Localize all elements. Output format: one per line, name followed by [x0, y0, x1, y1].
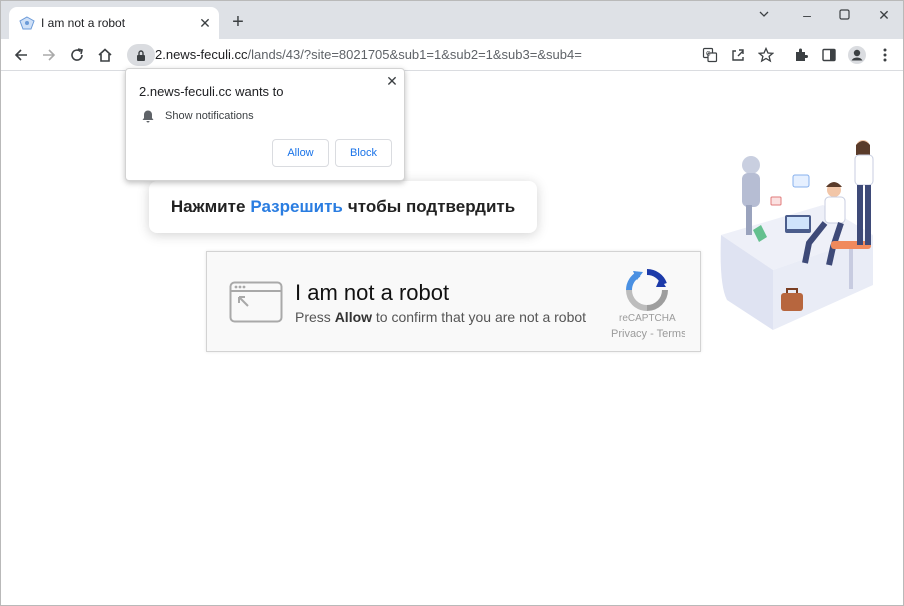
instruction-prefix: Нажмите — [170, 197, 246, 216]
maximize-button[interactable] — [830, 5, 858, 25]
instruction-highlight: Разрешить — [250, 197, 343, 216]
share-icon[interactable] — [726, 43, 750, 67]
translate-icon[interactable]: G — [698, 43, 722, 67]
notification-permission-popup: 2.news-feculi.cc wants to ✕ Show notific… — [125, 68, 405, 181]
browser-window-icon — [229, 281, 283, 323]
home-icon[interactable] — [93, 43, 117, 67]
tab-close-icon[interactable]: ✕ — [195, 13, 215, 33]
popup-title: 2.news-feculi.cc wants to — [139, 84, 284, 99]
tab-strip: I am not a robot ✕ + – ✕ — [1, 1, 903, 39]
instruction-suffix: чтобы подтвердить — [347, 197, 516, 216]
svg-text:G: G — [706, 51, 711, 58]
url-path: /lands/43/?site=8021705&sub1=1&sub2=1&su… — [247, 47, 582, 62]
url-host: 2.news-feculi.cc — [155, 47, 248, 62]
allow-button[interactable]: Allow — [272, 139, 329, 167]
captcha-subtitle-bold: Allow — [334, 309, 373, 325]
captcha-subtitle-prefix: Press — [295, 309, 331, 325]
side-panel-icon[interactable] — [817, 43, 841, 67]
captcha-subtitle-suffix: to confirm that you are not a robot — [375, 309, 587, 325]
tab-active[interactable]: I am not a robot ✕ — [9, 7, 219, 39]
close-icon[interactable]: ✕ — [384, 73, 400, 90]
close-window-button[interactable]: ✕ — [870, 5, 898, 25]
profile-icon[interactable] — [845, 43, 869, 67]
new-tab-icon[interactable]: + — [227, 12, 249, 34]
reload-icon[interactable] — [65, 43, 89, 67]
url-text[interactable]: 2.news-feculi.cc/lands/43/?site=8021705&… — [155, 47, 582, 62]
permission-label: Show notifications — [165, 110, 254, 122]
captcha-title: I am not a robot — [295, 280, 450, 305]
bookmark-star-icon[interactable] — [754, 43, 778, 67]
address-bar[interactable]: 2.news-feculi.cc/lands/43/?site=8021705&… — [125, 42, 785, 68]
browser-window: I am not a robot ✕ + – ✕ 2.news-feculi.c… — [0, 0, 904, 606]
extensions-icon[interactable] — [789, 43, 813, 67]
recaptcha-links[interactable]: Privacy - Terms — [611, 328, 685, 340]
menu-icon[interactable] — [873, 43, 897, 67]
back-icon[interactable] — [9, 43, 33, 67]
forward-icon[interactable] — [37, 43, 61, 67]
bell-icon — [141, 109, 155, 123]
office-illustration — [713, 135, 893, 335]
tab-title: I am not a robot — [41, 16, 126, 30]
captcha-subtitle: Press Allow to confirm that you are not … — [295, 309, 586, 325]
favicon-icon — [19, 16, 35, 30]
recaptcha-logo-icon — [625, 268, 669, 312]
captcha-box: I am not a robot Press Allow to confirm … — [206, 251, 701, 352]
minimize-button[interactable]: – — [793, 5, 821, 25]
toolbar: 2.news-feculi.cc/lands/43/?site=8021705&… — [1, 39, 903, 71]
block-button[interactable]: Block — [335, 139, 392, 167]
chevron-down-icon[interactable] — [750, 5, 778, 25]
instruction-bubble: Нажмите Разрешить чтобы подтвердить — [149, 181, 537, 233]
lock-icon[interactable] — [127, 44, 155, 66]
recaptcha-brand: reCAPTCHA — [619, 313, 676, 324]
